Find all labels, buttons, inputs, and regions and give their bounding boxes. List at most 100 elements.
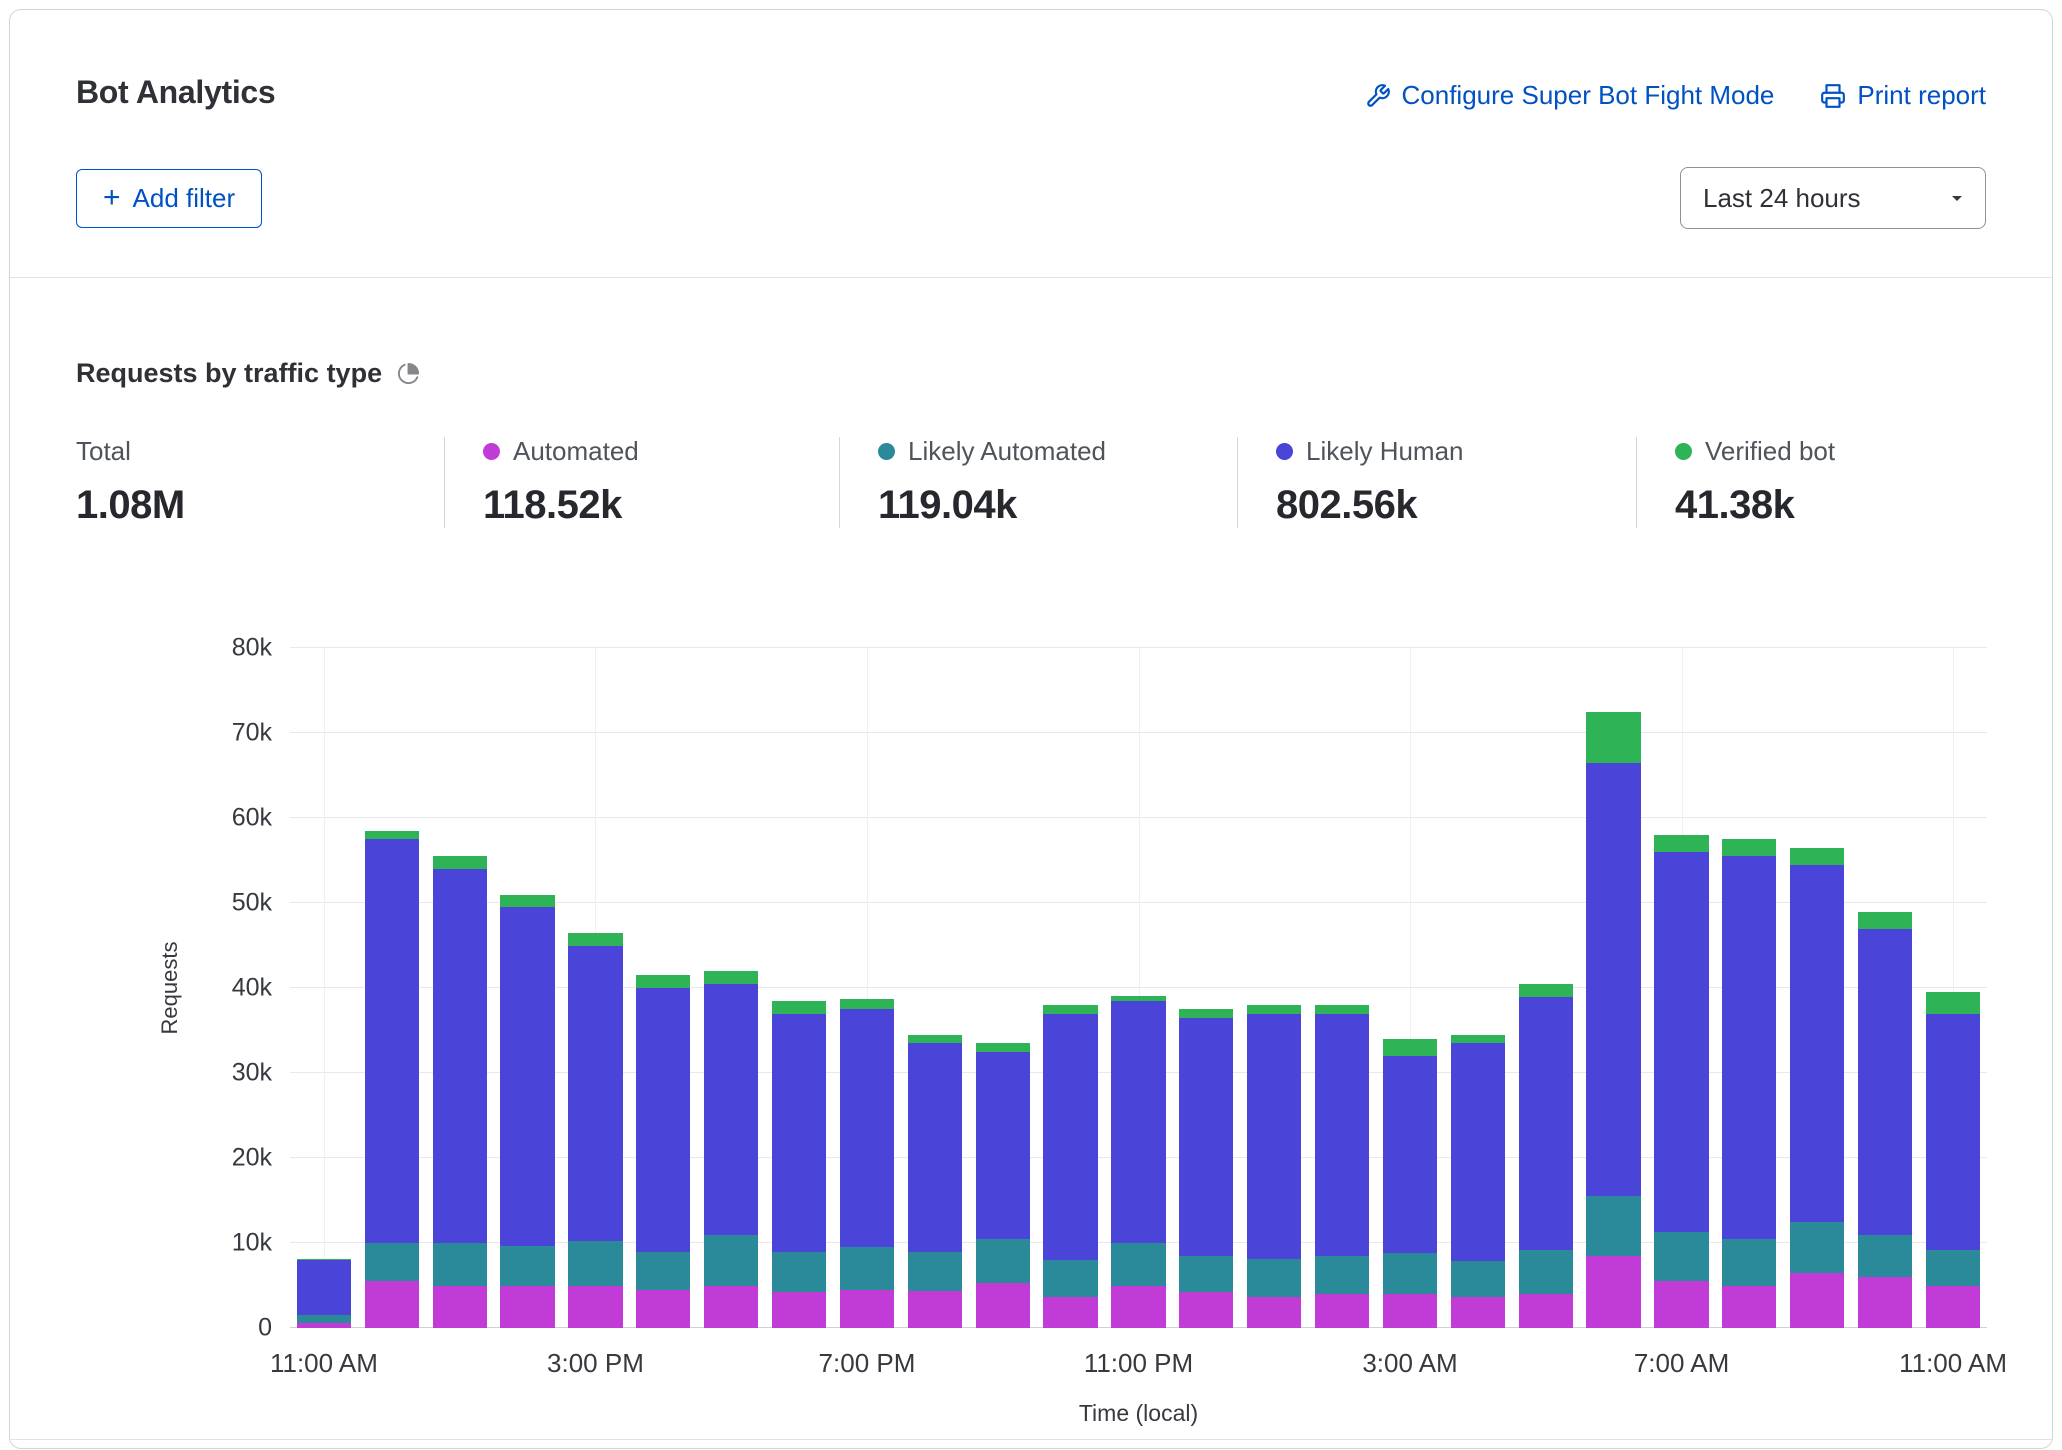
bar-segment-automated [1383, 1294, 1437, 1328]
bar-slot[interactable] [1580, 648, 1648, 1328]
bar-segment-automated [1519, 1294, 1573, 1328]
bar-slot[interactable] [1105, 648, 1173, 1328]
stat-value: 802.56k [1276, 483, 1616, 528]
stat-label: Total [76, 436, 131, 467]
print-report-link[interactable]: Print report [1820, 80, 1986, 111]
x-tick-label: 11:00 AM [1899, 1348, 2007, 1379]
bar-segment-likely-human [976, 1052, 1030, 1239]
bar-slot[interactable] [426, 648, 494, 1328]
bar-segment-verified-bot [500, 895, 554, 908]
bar-slot[interactable] [1376, 648, 1444, 1328]
bar-slot[interactable] [833, 648, 901, 1328]
bar-segment-likely-automated [636, 1252, 690, 1290]
configure-link-label: Configure Super Bot Fight Mode [1402, 80, 1775, 111]
bar-segment-verified-bot [1790, 848, 1844, 865]
plus-icon: + [103, 187, 121, 209]
bar-segment-automated [1247, 1297, 1301, 1328]
page-title: Bot Analytics [76, 74, 275, 111]
bar-segment-likely-human [772, 1014, 826, 1252]
chart-bars [290, 648, 1987, 1328]
bar-segment-likely-human [908, 1043, 962, 1251]
bar-slot[interactable] [1172, 648, 1240, 1328]
stacked-bar [840, 999, 894, 1328]
section-heading: Requests by traffic type [76, 358, 382, 389]
bar-segment-likely-automated [297, 1315, 351, 1323]
bar-segment-likely-automated [365, 1243, 419, 1281]
bar-segment-likely-automated [1315, 1256, 1369, 1294]
stacked-bar [1247, 1005, 1301, 1328]
bar-slot[interactable] [1037, 648, 1105, 1328]
bar-slot[interactable] [494, 648, 562, 1328]
bot-analytics-card: Bot Analytics Configure Super Bot Fight … [9, 9, 2053, 1449]
bar-segment-likely-automated [976, 1239, 1030, 1283]
bar-segment-likely-human [433, 869, 487, 1243]
bar-slot[interactable] [1648, 648, 1716, 1328]
bar-segment-likely-automated [1926, 1250, 1980, 1286]
bar-segment-likely-human [1858, 929, 1912, 1235]
bar-segment-likely-human [500, 907, 554, 1245]
bar-slot[interactable] [358, 648, 426, 1328]
bar-slot[interactable] [1240, 648, 1308, 1328]
bar-slot[interactable] [1512, 648, 1580, 1328]
bar-segment-automated [1315, 1294, 1369, 1328]
stat-label: Likely Automated [908, 436, 1106, 467]
bar-segment-likely-human [636, 988, 690, 1252]
y-tick-label: 0 [258, 1314, 290, 1343]
add-filter-button[interactable]: + Add filter [76, 169, 262, 228]
bar-segment-verified-bot [1654, 835, 1708, 852]
bar-slot[interactable] [969, 648, 1037, 1328]
bar-segment-verified-bot [1451, 1035, 1505, 1044]
bar-slot[interactable] [1715, 648, 1783, 1328]
add-filter-label: Add filter [133, 183, 236, 214]
bar-slot[interactable] [1783, 648, 1851, 1328]
stacked-bar [1315, 1005, 1369, 1328]
bar-slot[interactable] [1444, 648, 1512, 1328]
stat-automated: Automated 118.52k [444, 437, 839, 528]
bar-segment-likely-human [1586, 763, 1640, 1197]
bar-slot[interactable] [629, 648, 697, 1328]
x-tick-label: 7:00 AM [1634, 1348, 1729, 1379]
bar-segment-likely-human [840, 1009, 894, 1247]
bar-segment-likely-human [568, 946, 622, 1242]
bar-segment-verified-bot [1383, 1039, 1437, 1056]
stacked-bar [1926, 992, 1980, 1328]
bar-segment-likely-automated [1519, 1250, 1573, 1294]
stacked-bar [1451, 1035, 1505, 1328]
stat-verified-bot: Verified bot 41.38k [1636, 437, 1855, 528]
bar-segment-automated [1043, 1297, 1097, 1328]
stat-label: Verified bot [1705, 436, 1835, 467]
y-axis-label: Requests [157, 942, 183, 1035]
bar-segment-likely-human [297, 1260, 351, 1315]
bar-segment-verified-bot [1858, 912, 1912, 929]
bar-segment-likely-automated [1858, 1235, 1912, 1278]
bar-slot[interactable] [765, 648, 833, 1328]
stacked-bar [433, 856, 487, 1328]
likely-automated-legend-dot [878, 443, 895, 460]
stacked-bar [704, 971, 758, 1328]
bar-slot[interactable] [697, 648, 765, 1328]
bar-segment-likely-human [1451, 1043, 1505, 1261]
bar-segment-verified-bot [1722, 839, 1776, 856]
bar-slot[interactable] [562, 648, 630, 1328]
bar-segment-likely-automated [1179, 1256, 1233, 1293]
bar-slot[interactable] [1308, 648, 1376, 1328]
stat-total: Total 1.08M [76, 437, 444, 528]
automated-legend-dot [483, 443, 500, 460]
bar-slot[interactable] [1851, 648, 1919, 1328]
x-axis-label: Time (local) [1079, 1400, 1198, 1427]
configure-super-bot-fight-mode-link[interactable]: Configure Super Bot Fight Mode [1365, 80, 1775, 111]
bar-segment-likely-automated [1654, 1232, 1708, 1281]
bar-slot[interactable] [1919, 648, 1987, 1328]
bar-slot[interactable] [901, 648, 969, 1328]
bar-segment-likely-human [365, 839, 419, 1243]
time-range-value: Last 24 hours [1703, 183, 1861, 214]
bar-segment-likely-automated [1451, 1261, 1505, 1298]
bar-slot[interactable] [290, 648, 358, 1328]
stacked-bar [636, 975, 690, 1328]
stat-value: 119.04k [878, 483, 1217, 528]
y-tick-label: 20k [232, 1144, 290, 1173]
bar-segment-verified-bot [908, 1035, 962, 1044]
bar-segment-automated [772, 1292, 826, 1328]
time-range-select[interactable]: Last 24 hours [1680, 167, 1986, 229]
bar-segment-likely-human [704, 984, 758, 1235]
